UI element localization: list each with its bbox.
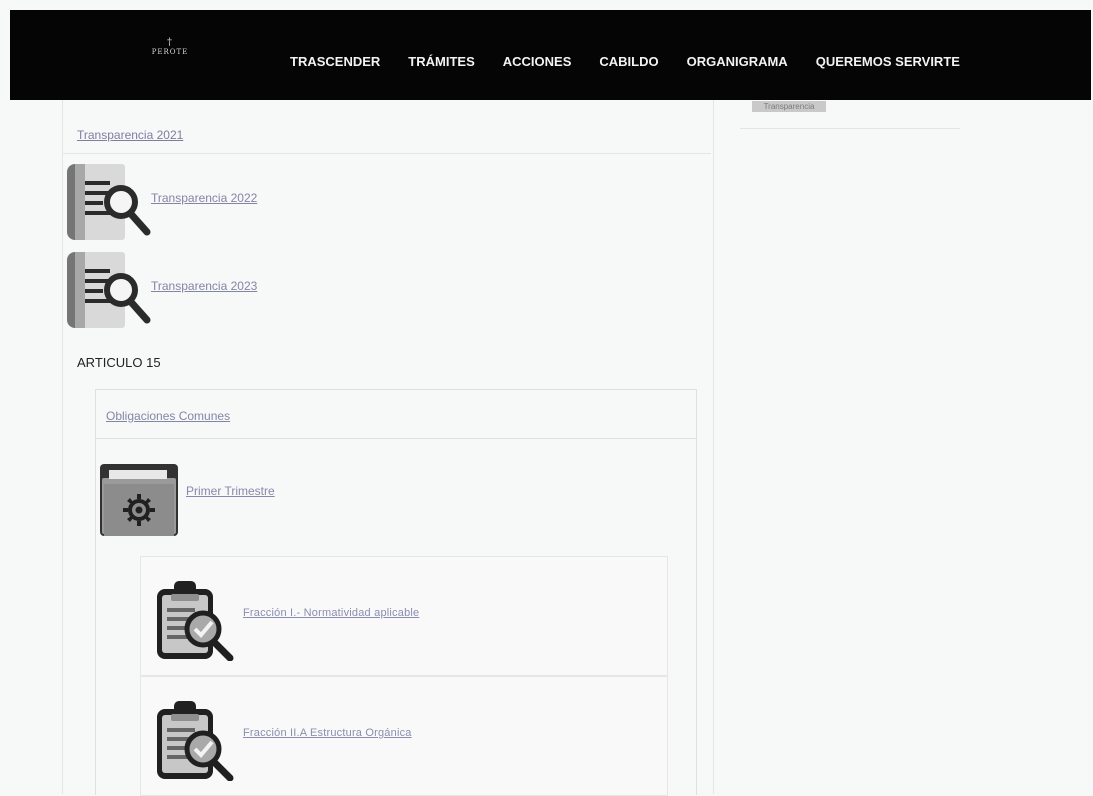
sidebar-divider	[740, 128, 960, 129]
top-navigation-bar: † PEROTE TRASCENDER TRÁMITES ACCIONES CA…	[10, 10, 1091, 100]
nav-queremos-servirte[interactable]: QUEREMOS SERVIRTE	[816, 54, 960, 69]
nav-cabildo[interactable]: CABILDO	[599, 54, 658, 69]
fraction-card[interactable]: Fracción II.A Estructura Orgánica	[140, 676, 668, 796]
fraccion-ii-link[interactable]: Fracción II.A Estructura Orgánica	[243, 727, 412, 739]
transparency-content: Transparencia 2021 Transparencia 2022 Tr…	[62, 100, 714, 796]
folder-gear-icon[interactable]	[96, 454, 186, 540]
sidebar-title[interactable]: Transparencia	[752, 101, 826, 112]
nav-organigrama[interactable]: ORGANIGRAMA	[687, 54, 788, 69]
document-item[interactable]: Transparencia 2023	[63, 248, 283, 332]
obligaciones-comunes-section: Obligaciones Comunes Primer Trimestre Fr…	[95, 389, 697, 796]
fraccion-i-link[interactable]: Fracción I.- Normatividad aplicable	[243, 607, 419, 619]
logo-mark: †	[167, 37, 173, 48]
obligaciones-divider	[96, 438, 696, 439]
transparency-2021-link[interactable]: Transparencia 2021	[77, 128, 183, 142]
obligaciones-comunes-link[interactable]: Obligaciones Comunes	[106, 409, 230, 423]
document-search-icon	[67, 164, 151, 240]
fraction-card[interactable]: Fracción I.- Normatividad aplicable	[140, 556, 668, 676]
clipboard-check-icon	[157, 701, 234, 781]
document-search-icon	[67, 252, 151, 328]
section-divider	[63, 153, 711, 154]
transparency-2022-link[interactable]: Transparencia 2022	[151, 191, 257, 205]
nav-acciones[interactable]: ACCIONES	[503, 54, 572, 69]
main-nav: TRASCENDER TRÁMITES ACCIONES CABILDO ORG…	[290, 54, 988, 69]
nav-trascender[interactable]: TRASCENDER	[290, 54, 380, 69]
clipboard-check-icon	[157, 581, 234, 661]
logo-text: PEROTE	[151, 48, 189, 56]
transparency-2023-link[interactable]: Transparencia 2023	[151, 279, 257, 293]
site-logo[interactable]: † PEROTE	[128, 38, 212, 80]
article-heading: ARTICULO 15	[77, 355, 161, 370]
document-item[interactable]: Transparencia 2022	[63, 160, 283, 244]
primer-trimestre-link[interactable]: Primer Trimestre	[186, 484, 275, 498]
nav-tramites[interactable]: TRÁMITES	[408, 54, 474, 69]
